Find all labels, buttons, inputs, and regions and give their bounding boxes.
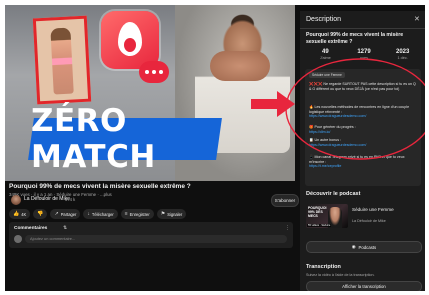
description-paragraph: ❌❌❌ Ne regarde SURTOUT PAS cette descrip…	[309, 82, 417, 91]
thumbnail-hands	[210, 51, 270, 81]
divider	[300, 28, 425, 29]
transcript-description: Suivez la vidéo à l'aide de la transcrip…	[306, 273, 375, 277]
description-paragraph: 🔥 Les nouvelles méthodes de rencontres e…	[309, 105, 417, 119]
description-paragraph: 📋 Un autre bonus : https://www.dragueurd…	[309, 138, 417, 147]
stat-label: vues	[359, 56, 369, 60]
user-avatar	[14, 235, 22, 243]
channel-name[interactable]: La Défouloir de Mike	[24, 196, 70, 202]
transcript-title: Transcription	[306, 264, 341, 270]
report-button[interactable]: ⚑ Signaler	[156, 209, 187, 219]
stat-views: 1279 vues	[345, 49, 384, 66]
chat-bubble-icon	[139, 61, 169, 83]
paragraph-text: Ne regarde SURTOUT PAS cette description…	[309, 82, 416, 91]
channel-avatar[interactable]	[11, 195, 21, 205]
download-icon: ↓	[87, 211, 90, 217]
description-link[interactable]: https://www.dragueurdesdemo.com/	[309, 143, 366, 147]
panel-title: Description	[306, 16, 342, 23]
podcast-name[interactable]: Séduire une Femme	[352, 207, 418, 213]
stat-label: 1 déc.	[397, 56, 408, 60]
youtube-window: ZÉRO MATCH Pourquoi 99% de mecs vivent l…	[5, 5, 425, 291]
channel-row: La Défouloir de Mike 574 k S'abonner	[9, 194, 299, 207]
stat-likes: 49 J'aime	[306, 49, 345, 66]
share-label: Partager	[60, 211, 77, 217]
paragraph-text: Les nouvelles méthodes de rencontres en …	[309, 105, 410, 114]
podcast-channel: La Défouloir de Mike	[352, 219, 386, 223]
description-panel: Description ✕ Pourquoi 99% de mecs viven…	[300, 11, 425, 291]
flag-icon: ⚑	[160, 211, 166, 217]
dislike-icon: 👎	[37, 211, 44, 217]
podcast-thumbnail[interactable]: POURQUOI 99% DES MECS 55 vidéos · Séduir…	[306, 204, 348, 228]
thumbnail-text: ZÉRO MATCH	[31, 103, 156, 175]
stat-value: 49	[321, 49, 329, 55]
sort-icon[interactable]: ⇅	[63, 225, 67, 231]
description-link[interactable]: https://www.dragueurdesdemo.com/	[309, 114, 366, 118]
paragraph-text: Un autre bonus :	[313, 138, 342, 142]
report-label: Signaler	[167, 211, 183, 217]
share-button[interactable]: ↗ Partager	[50, 209, 81, 219]
podcast-card[interactable]: POURQUOI 99% DES MECS 55 vidéos · Séduir…	[306, 204, 420, 234]
action-bar: 👍 4K 👎 ↗ Partager ↓ Télécharger ≡ Enregi…	[9, 209, 187, 219]
show-transcript-button[interactable]: Afficher la transcription	[306, 281, 422, 291]
podcasts-button[interactable]: ◉ Podcasts	[306, 241, 422, 253]
video-meta: Pourquoi 99% de mecs vivent la misère se…	[9, 183, 293, 191]
description-video-title: Pourquoi 99% de mecs vivent la misère se…	[306, 32, 404, 45]
description-box: Séduire une Femme ❌❌❌ Ne regarde SURTOUT…	[305, 69, 421, 186]
comment-input[interactable]: Ajoutez un commentaire...	[25, 235, 287, 243]
subscribe-button[interactable]: S'abonner	[271, 194, 299, 207]
save-button[interactable]: ≡ Enregistrer	[120, 209, 154, 219]
description-paragraph: 📱 Mon canal Telegram privé si tu es en P…	[309, 155, 417, 169]
podcasts-button-label: Podcasts	[358, 244, 377, 250]
podcast-icon: ◉	[351, 244, 356, 249]
description-paragraph: 🎁 Pour générer du progrès : https://dlm.…	[309, 125, 417, 134]
more-icon[interactable]: ⋮	[285, 225, 290, 231]
comments-section: Commentaires ⇅ ⋮ Ajoutez un commentaire.…	[9, 222, 293, 248]
save-icon: ≡	[124, 211, 128, 217]
stat-value: 2023	[396, 49, 410, 55]
video-player[interactable]: ZÉRO MATCH	[5, 5, 295, 181]
download-button[interactable]: ↓ Télécharger	[83, 209, 118, 219]
paragraph-text: Mon canal Telegram privé si tu es en PN3…	[309, 155, 405, 164]
stat-date: 2023 1 déc.	[383, 49, 422, 66]
like-icon: 👍	[13, 211, 20, 217]
playlist-chip[interactable]: Séduire une Femme	[309, 72, 345, 78]
thumbnail-photo-frame	[32, 15, 92, 105]
dislike-button[interactable]: 👎	[33, 209, 48, 219]
share-icon: ↗	[54, 211, 59, 217]
description-link[interactable]: https://dlm.io/	[309, 130, 330, 134]
download-label: Télécharger	[91, 211, 114, 217]
podcast-thumb-caption: 55 vidéos · Séduire	[307, 224, 332, 227]
description-link[interactable]: https://t.me/ceprofile	[309, 164, 341, 168]
cross-icon: ❌❌❌	[309, 82, 323, 86]
stat-value: 1279	[357, 49, 371, 55]
like-count: 4K	[21, 211, 27, 217]
channel-subscriber-count: 574 k	[65, 196, 76, 202]
like-button[interactable]: 👍 4K	[9, 209, 31, 219]
video-title: Pourquoi 99% de mecs vivent la misère se…	[9, 183, 191, 190]
podcast-thumb-text: POURQUOI 99% DES MECS	[308, 206, 327, 218]
save-label: Enregistrer	[129, 211, 150, 217]
podcast-section-title: Découvrir le podcast	[306, 191, 361, 197]
close-icon[interactable]: ✕	[414, 15, 420, 23]
thumbnail-banner: ZÉRO MATCH	[28, 103, 222, 175]
comments-title: Commentaires	[14, 226, 48, 231]
stat-label: J'aime	[319, 56, 331, 60]
paragraph-text: Pour générer du progrès :	[313, 125, 356, 129]
description-stats: 49 J'aime 1279 vues 2023 1 déc.	[306, 49, 422, 66]
red-arrow-icon	[251, 91, 295, 117]
